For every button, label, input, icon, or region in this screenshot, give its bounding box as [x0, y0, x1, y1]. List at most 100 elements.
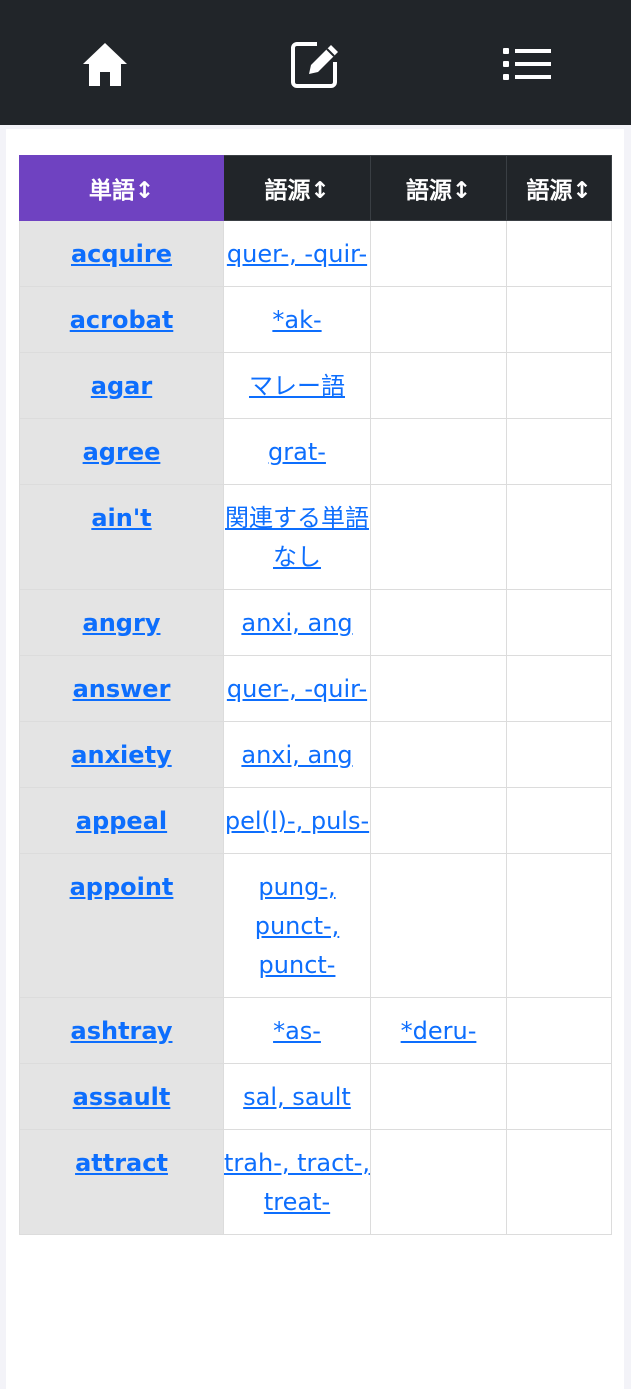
root-cell — [506, 787, 612, 854]
table-row: agree grat- — [19, 418, 612, 485]
word-link[interactable]: attract — [75, 1149, 168, 1177]
root-link[interactable]: *as- — [273, 1017, 321, 1045]
root-cell — [506, 418, 612, 485]
root-link[interactable]: trah-, tract-, treat- — [224, 1149, 370, 1216]
table-row: assault sal, sault — [19, 1063, 612, 1130]
word-link[interactable]: acrobat — [70, 306, 174, 334]
word-link[interactable]: agree — [83, 438, 161, 466]
root-cell — [506, 352, 612, 419]
word-link[interactable]: appeal — [76, 807, 167, 835]
root-cell: pung-, punct-, punct- — [223, 853, 371, 998]
root-cell — [370, 853, 507, 998]
sort-word-header[interactable]: 単語↕ — [19, 155, 224, 221]
table-row: agar マレー語 — [19, 352, 612, 419]
word-link[interactable]: agar — [91, 372, 152, 400]
root-cell — [506, 853, 612, 998]
root-cell — [506, 484, 612, 590]
root-cell — [370, 352, 507, 419]
root-cell — [506, 286, 612, 353]
word-link[interactable]: appoint — [70, 873, 174, 901]
root-cell: quer-, -quir- — [223, 655, 371, 722]
word-link[interactable]: angry — [83, 609, 161, 637]
table-row: anxiety anxi, ang — [19, 721, 612, 788]
root-cell — [506, 220, 612, 287]
table-row: acrobat *ak- — [19, 286, 612, 353]
word-cell: attract — [19, 1129, 224, 1235]
sort-root-3-header[interactable]: 語源↕ — [506, 155, 612, 221]
word-link[interactable]: answer — [73, 675, 171, 703]
root-cell — [506, 1129, 612, 1235]
word-cell: assault — [19, 1063, 224, 1130]
word-link[interactable]: ain't — [91, 504, 151, 532]
root-link[interactable]: anxi, ang — [241, 741, 352, 769]
word-link[interactable]: assault — [73, 1083, 171, 1111]
home-icon — [80, 39, 130, 89]
root-link[interactable]: *deru- — [401, 1017, 477, 1045]
table-row: ain't 関連する単語なし — [19, 484, 612, 590]
root-link[interactable]: 関連する単語なし — [225, 504, 369, 571]
sort-root-2-header[interactable]: 語源↕ — [370, 155, 507, 221]
word-cell: anxiety — [19, 721, 224, 788]
root-cell: anxi, ang — [223, 589, 371, 656]
root-cell: *as- — [223, 997, 371, 1064]
root-link[interactable]: pung-, punct-, punct- — [255, 873, 340, 979]
root-link[interactable]: quer-, -quir- — [227, 240, 367, 268]
root-cell: マレー語 — [223, 352, 371, 419]
table-row: angry anxi, ang — [19, 589, 612, 656]
root-cell — [370, 721, 507, 788]
word-cell: agar — [19, 352, 224, 419]
root-cell — [370, 1063, 507, 1130]
root-cell — [506, 1063, 612, 1130]
root-link[interactable]: pel(l)-, puls- — [225, 807, 369, 835]
root-cell — [370, 787, 507, 854]
table-row: answer quer-, -quir- — [19, 655, 612, 722]
table-row: appeal pel(l)-, puls- — [19, 787, 612, 854]
menu-button[interactable] — [502, 38, 552, 90]
edit-icon — [289, 38, 341, 90]
root-cell: *ak- — [223, 286, 371, 353]
root-cell — [370, 655, 507, 722]
root-link[interactable]: *ak- — [272, 306, 321, 334]
table-row: acquire quer-, -quir- — [19, 220, 612, 287]
word-link[interactable]: anxiety — [71, 741, 171, 769]
root-cell — [506, 721, 612, 788]
root-cell: sal, sault — [223, 1063, 371, 1130]
root-link[interactable]: grat- — [268, 438, 326, 466]
root-cell: pel(l)-, puls- — [223, 787, 371, 854]
root-cell: trah-, tract-, treat- — [223, 1129, 371, 1235]
top-navbar — [0, 0, 631, 125]
word-cell: appeal — [19, 787, 224, 854]
table-row: attract trah-, tract-, treat- — [19, 1129, 612, 1235]
root-link[interactable]: sal, sault — [243, 1083, 351, 1111]
edit-button[interactable] — [290, 38, 340, 90]
word-link[interactable]: acquire — [71, 240, 172, 268]
table-row: ashtray *as- *deru- — [19, 997, 612, 1064]
root-cell — [370, 1129, 507, 1235]
root-cell — [370, 484, 507, 590]
root-cell — [370, 418, 507, 485]
table-row: appoint pung-, punct-, punct- — [19, 853, 612, 998]
root-cell — [506, 589, 612, 656]
root-cell — [370, 286, 507, 353]
root-cell — [370, 220, 507, 287]
word-cell: answer — [19, 655, 224, 722]
home-button[interactable] — [80, 38, 130, 90]
root-cell: anxi, ang — [223, 721, 371, 788]
root-cell — [506, 997, 612, 1064]
word-cell: ashtray — [19, 997, 224, 1064]
root-cell: quer-, -quir- — [223, 220, 371, 287]
table-header-row: 単語↕ 語源↕ 語源↕ 語源↕ — [19, 155, 612, 221]
list-icon — [503, 46, 551, 82]
word-link[interactable]: ashtray — [71, 1017, 173, 1045]
sort-root-1-header[interactable]: 語源↕ — [223, 155, 371, 221]
word-cell: acrobat — [19, 286, 224, 353]
root-cell: grat- — [223, 418, 371, 485]
word-cell: appoint — [19, 853, 224, 998]
etymology-table: 単語↕ 語源↕ 語源↕ 語源↕ acquire quer-, -quir-acro… — [19, 155, 612, 1235]
root-link[interactable]: マレー語 — [249, 372, 345, 400]
word-cell: ain't — [19, 484, 224, 590]
root-link[interactable]: quer-, -quir- — [227, 675, 367, 703]
root-link[interactable]: anxi, ang — [241, 609, 352, 637]
word-cell: agree — [19, 418, 224, 485]
root-cell — [506, 655, 612, 722]
